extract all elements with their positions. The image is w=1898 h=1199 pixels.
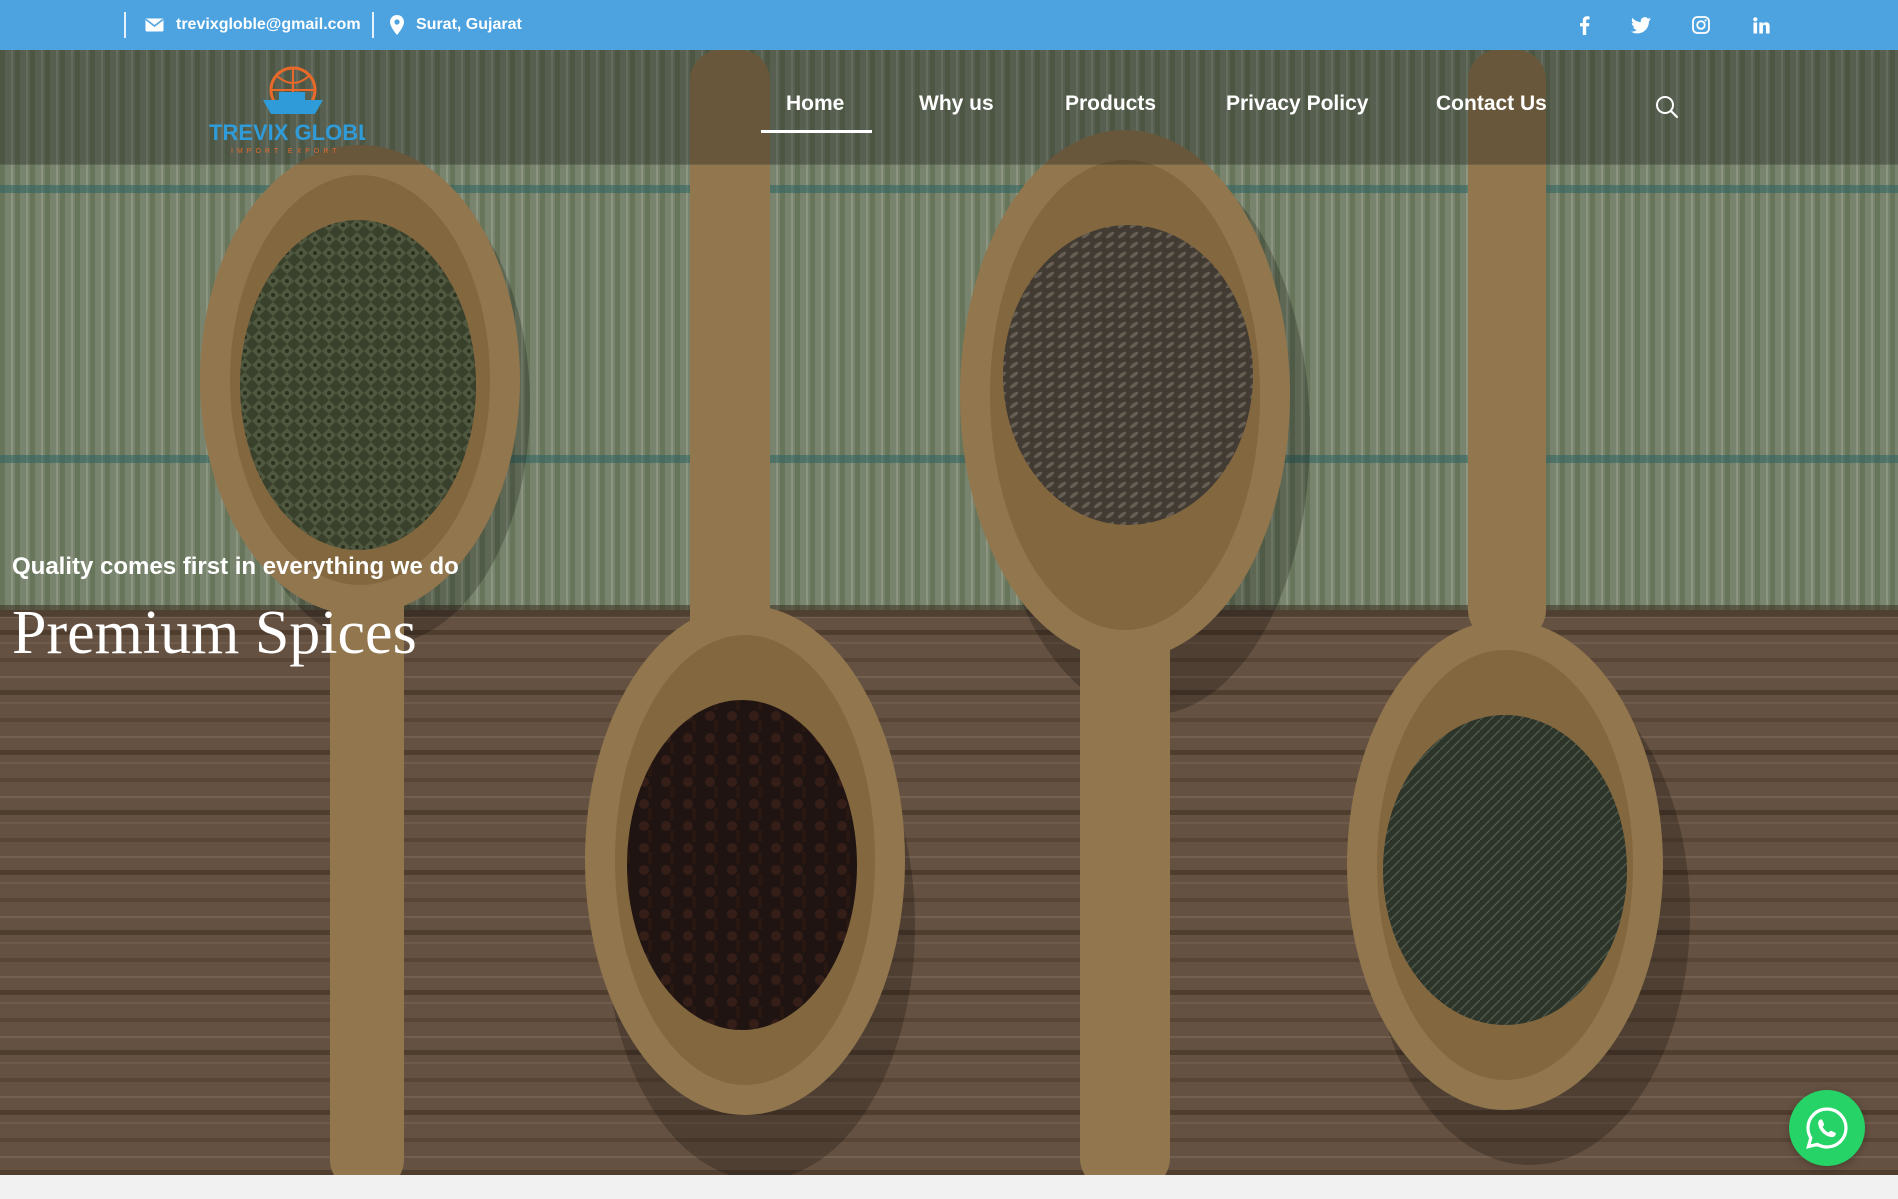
email-text: trevixgloble@gmail.com (176, 16, 361, 33)
whatsapp-icon (1806, 1107, 1848, 1149)
divider (372, 12, 374, 38)
email-contact[interactable]: trevixgloble@gmail.com (145, 0, 361, 50)
facebook-icon[interactable] (1569, 0, 1599, 50)
hero-headline: Premium Spices (12, 599, 417, 667)
envelope-icon (145, 18, 164, 32)
svg-text:IMPORT EXPORT: IMPORT EXPORT (231, 148, 341, 155)
top-contact-bar: trevixgloble@gmail.com Surat, Gujarat (0, 0, 1898, 50)
instagram-icon[interactable] (1686, 0, 1716, 50)
brand-logo[interactable]: TREVIX GLOBLE IMPORT EXPORT (205, 62, 386, 157)
globe-ship-logo-icon: TREVIX GLOBLE IMPORT EXPORT (209, 66, 386, 155)
nav-privacy-policy[interactable]: Privacy Policy (1226, 92, 1368, 116)
linkedin-icon[interactable] (1746, 0, 1776, 50)
divider (124, 12, 126, 38)
nav-home[interactable]: Home (786, 92, 844, 116)
hero-tagline: Quality comes first in everything we do (12, 553, 459, 580)
main-navbar: TREVIX GLOBLE IMPORT EXPORT Home Why us … (0, 50, 1898, 165)
nav-products[interactable]: Products (1065, 92, 1156, 116)
nav-contact-us[interactable]: Contact Us (1436, 92, 1547, 116)
search-icon[interactable] (1654, 94, 1680, 120)
whatsapp-button[interactable] (1789, 1090, 1865, 1166)
nav-active-indicator (761, 130, 872, 133)
svg-text:TREVIX GLOBLE: TREVIX GLOBLE (209, 120, 365, 145)
location-text: Surat, Gujarat (416, 16, 522, 33)
map-pin-icon (390, 15, 404, 35)
location-contact: Surat, Gujarat (390, 0, 522, 50)
page-bottom-strip (0, 1175, 1898, 1199)
twitter-icon[interactable] (1626, 0, 1656, 50)
nav-why-us[interactable]: Why us (919, 92, 994, 116)
